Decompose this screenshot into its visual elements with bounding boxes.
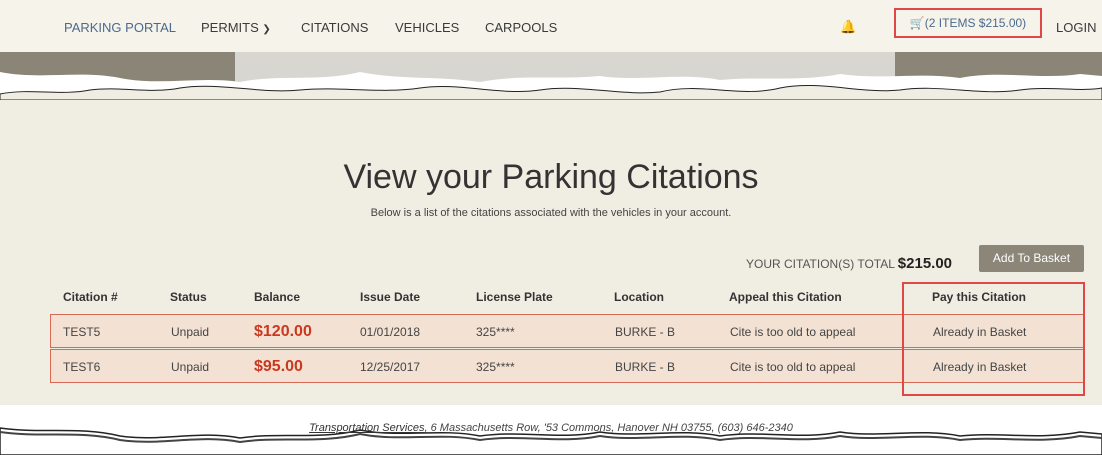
top-navbar: PARKING PORTAL PERMITS ❯ CITATIONS VEHIC… bbox=[0, 0, 1102, 56]
citation-license-plate: 325**** bbox=[476, 325, 515, 339]
footer-org-link[interactable]: Transportation Services bbox=[309, 422, 424, 434]
header-issue-date: Issue Date bbox=[360, 290, 421, 304]
header-location: Location bbox=[614, 290, 664, 304]
nav-carpools[interactable]: CARPOOLS bbox=[485, 20, 557, 35]
add-to-basket-button[interactable]: Add To Basket bbox=[979, 245, 1084, 272]
citation-balance: $120.00 bbox=[254, 323, 312, 340]
nav-permits[interactable]: PERMITS ❯ bbox=[201, 20, 271, 35]
header-citation-number: Citation # bbox=[63, 290, 118, 304]
header-balance: Balance bbox=[254, 290, 301, 304]
citation-location: BURKE - B bbox=[615, 325, 676, 339]
nav-login[interactable]: LOGIN bbox=[1056, 20, 1096, 35]
citation-status: Unpaid bbox=[171, 360, 210, 374]
citation-license-plate: 325**** bbox=[476, 360, 515, 374]
page-title: View your Parking Citations bbox=[343, 158, 759, 196]
citation-total-label: YOUR CITATION(S) TOTAL bbox=[746, 257, 895, 271]
nav-parking-portal[interactable]: PARKING PORTAL bbox=[64, 20, 176, 35]
cart-icon: 🛒 bbox=[909, 16, 925, 30]
page-subtitle: Below is a list of the citations associa… bbox=[370, 207, 732, 219]
header-license-plate: License Plate bbox=[476, 290, 553, 304]
citation-total: YOUR CITATION(S) TOTAL $215.00 bbox=[746, 255, 952, 272]
header-status: Status bbox=[170, 290, 207, 304]
nav-vehicles[interactable]: VEHICLES bbox=[395, 20, 459, 35]
citation-issue-date: 01/01/2018 bbox=[360, 325, 421, 339]
nav-permits-label: PERMITS bbox=[201, 20, 259, 35]
torn-edge-top bbox=[0, 52, 1102, 100]
citation-number[interactable]: TEST5 bbox=[63, 315, 100, 349]
citation-total-amount: $215.00 bbox=[897, 255, 953, 272]
citation-balance: $95.00 bbox=[254, 358, 303, 375]
citation-status: Unpaid bbox=[171, 325, 210, 339]
bell-icon[interactable]: 🔔 bbox=[840, 19, 856, 35]
citation-appeal-status: Cite is too old to appeal bbox=[730, 325, 856, 339]
citation-location: BURKE - B bbox=[615, 360, 676, 374]
citation-appeal-status: Cite is too old to appeal bbox=[730, 360, 856, 374]
footer: Transportation Services, 6 Massachusetts… bbox=[0, 422, 1102, 434]
header-appeal: Appeal this Citation bbox=[729, 290, 842, 304]
basket-label: (2 ITEMS $215.00) bbox=[924, 16, 1027, 30]
basket-button[interactable]: 🛒(2 ITEMS $215.00) bbox=[894, 8, 1042, 38]
citation-number[interactable]: TEST6 bbox=[63, 350, 100, 384]
pay-column-highlight bbox=[902, 282, 1085, 396]
nav-citations[interactable]: CITATIONS bbox=[301, 20, 368, 35]
footer-address: , 6 Massachusetts Row, '53 Commons, Hano… bbox=[424, 422, 793, 434]
chevron-down-icon: ❯ bbox=[262, 24, 271, 35]
citation-issue-date: 12/25/2017 bbox=[360, 360, 421, 374]
